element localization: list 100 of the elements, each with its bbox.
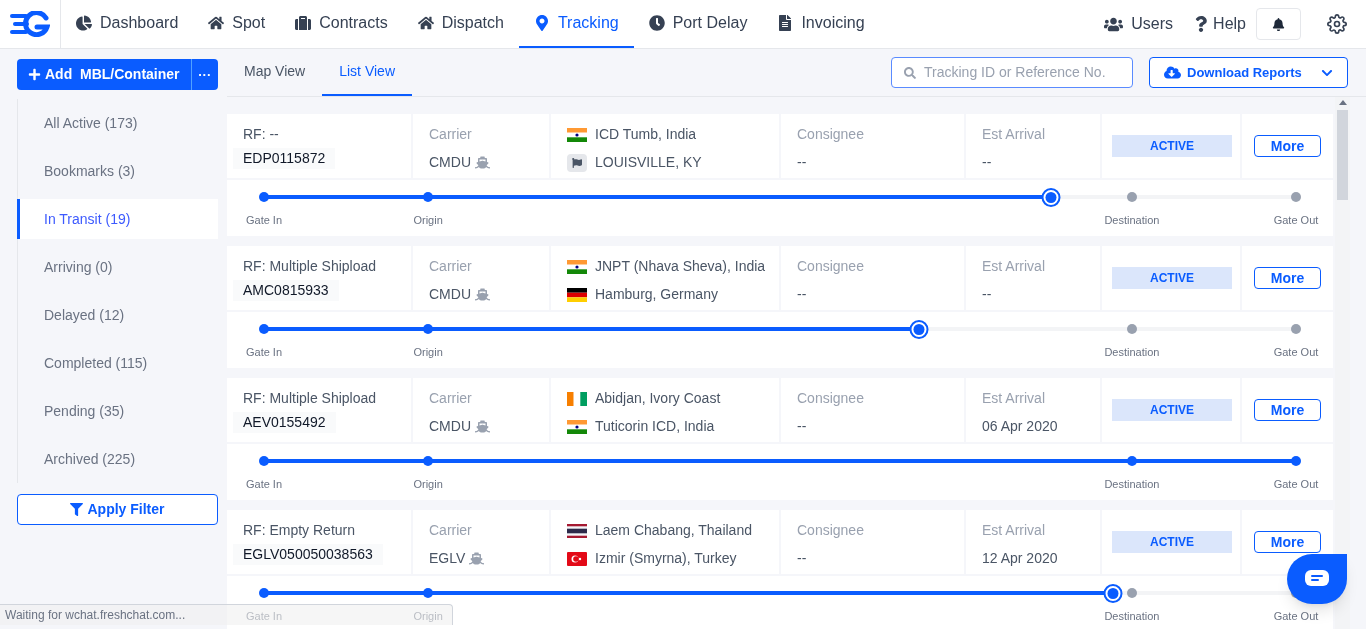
filter-item[interactable]: In Transit (19) [17,199,218,239]
status-badge: ACTIVE [1112,135,1232,157]
filter-icon [70,503,84,516]
consignee-value: -- [797,417,808,436]
map-pin-icon [533,15,550,31]
reference-text: RF: Multiple Shipload [242,389,377,408]
arrival-label: Est Arrival [982,389,1046,408]
house-icon [208,15,225,31]
users-link[interactable]: Users [1104,12,1174,36]
nav-tab[interactable]: Invoicing [762,0,880,48]
stop-label: Gate In [245,609,283,624]
origin-port: Abidjan, Ivory Coast [595,389,721,408]
filter-item[interactable]: Archived (225) [17,439,218,479]
stop-label: Gate Out [1273,609,1319,624]
carrier-name: CMDU [429,285,471,304]
consignee-value: -- [797,153,808,172]
arrival-label: Est Arrival [982,521,1046,540]
stop-label: Gate In [245,213,283,228]
download-reports-button[interactable]: Download Reports [1149,57,1348,88]
filter-item[interactable]: Arriving (0) [17,247,218,287]
filter-item[interactable]: Delayed (12) [17,295,218,335]
filter-item[interactable]: Completed (115) [17,343,218,383]
status-badge: ACTIVE [1112,267,1232,289]
nav-tab[interactable]: Contracts [280,0,403,48]
arrival-date: -- [982,285,993,304]
more-button[interactable]: More [1254,399,1321,421]
search-field[interactable]: Tracking ID or Reference No. [891,57,1133,88]
status-badge: ACTIVE [1112,399,1232,421]
search-icon [904,66,916,79]
logo[interactable] [10,11,50,37]
apply-filter-button[interactable]: Apply Filter [17,494,218,525]
carrier-label: Carrier [429,521,473,540]
document-icon [777,15,794,31]
stop-label: Gate Out [1273,213,1319,228]
more-options-button[interactable]: ··· [191,59,218,90]
add-container-button[interactable]: Add MBL/Container [17,59,192,90]
carrier-label: Carrier [429,257,473,276]
consignee-value: -- [797,285,808,304]
tracking-id: EGLV050050038563 [233,544,383,565]
nav-tab[interactable]: Spot [193,0,281,48]
tracking-id: EDP0115872 [233,148,336,169]
carrier-name: EGLV [429,549,466,568]
chat-icon [1304,569,1330,589]
settings-icon[interactable] [1327,14,1347,34]
ship-icon [475,155,490,170]
pie-chart-icon [76,15,92,31]
arrival-date: -- [982,153,993,172]
stop-label: Destination [1104,609,1160,624]
nav-tab[interactable]: Dashboard [61,0,194,48]
destination-port: Tuticorin ICD, India [595,417,715,436]
flag-icon [567,419,587,434]
filter-item[interactable]: All Active (173) [17,103,218,143]
stop-label: Destination [1104,345,1160,360]
flag-icon [567,259,587,274]
view-tab[interactable]: Map View [227,49,323,96]
flag-icon [567,127,587,142]
consignee-label: Consignee [797,521,865,540]
flag-icon [567,153,587,172]
clock-icon [648,15,665,31]
nav-tab[interactable]: Port Delay [633,0,763,48]
help-icon [1193,16,1210,32]
origin-port: JNPT (Nhava Sheva), India [595,257,766,276]
stop-label: Origin [413,609,443,624]
notifications-button[interactable] [1256,8,1301,40]
scrollbar[interactable] [1335,97,1350,629]
tracking-id: AMC0815933 [233,280,339,301]
briefcase-icon [295,15,312,31]
consignee-label: Consignee [797,389,865,408]
filter-item[interactable]: Pending (35) [17,391,218,431]
stop-label: Gate Out [1273,345,1319,360]
more-button[interactable]: More [1254,531,1321,553]
origin-port: Laem Chabang, Thailand [595,521,752,540]
filter-item[interactable]: Bookmarks (3) [17,151,218,191]
view-tab[interactable]: List View [322,49,412,96]
carrier-name: CMDU [429,153,471,172]
stop-label: Origin [413,213,443,228]
consignee-label: Consignee [797,125,865,144]
plus-icon [28,68,41,81]
help-link[interactable]: Help [1193,12,1246,36]
ship-icon [475,287,490,302]
arrival-date: 12 Apr 2020 [982,549,1059,568]
ship-icon [469,551,485,566]
destination-port: Izmir (Smyrna), Turkey [595,549,737,568]
status-badge: ACTIVE [1112,531,1232,553]
stop-label: Destination [1104,477,1160,492]
more-button[interactable]: More [1254,135,1321,157]
reference-text: RF: Multiple Shipload [242,257,377,276]
consignee-label: Consignee [797,257,865,276]
arrival-date: 06 Apr 2020 [982,417,1059,436]
consignee-value: -- [797,549,808,568]
carrier-label: Carrier [429,389,473,408]
arrival-label: Est Arrival [982,125,1046,144]
destination-port: LOUISVILLE, KY [595,153,702,172]
tracking-id: AEV0155492 [233,412,336,433]
stop-label: Origin [413,477,443,492]
nav-tab[interactable]: Dispatch [402,0,519,48]
house-icon [417,15,434,31]
flag-icon [567,391,587,406]
more-button[interactable]: More [1254,267,1321,289]
nav-tab[interactable]: Tracking [518,0,634,48]
